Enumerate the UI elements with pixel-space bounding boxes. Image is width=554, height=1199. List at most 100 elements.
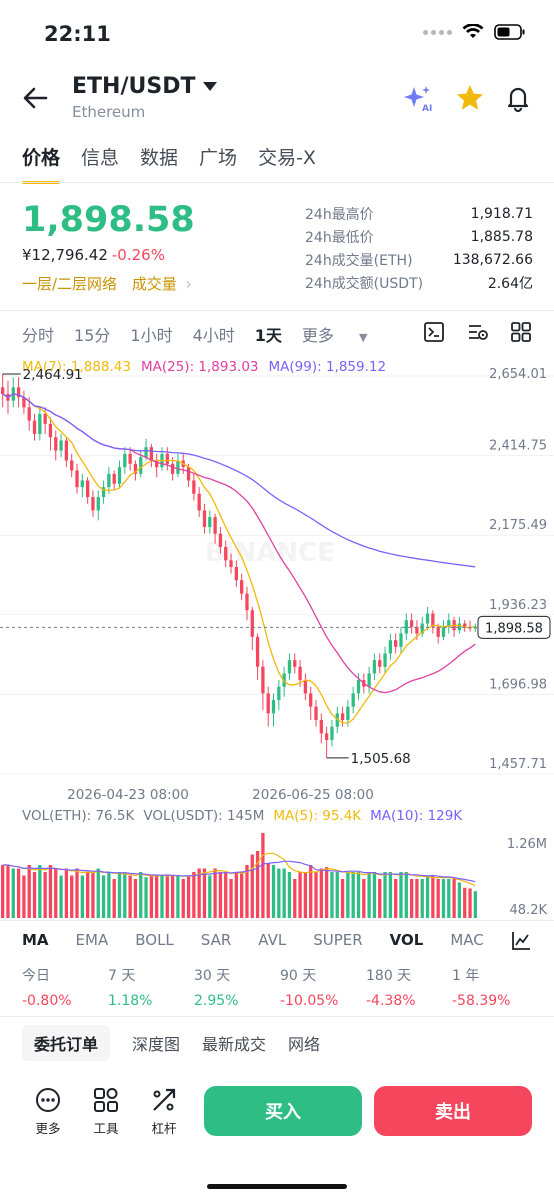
volume-bar [155,875,159,918]
layer-tag[interactable]: 一层/二层网络 [22,275,117,293]
timeframe-4h[interactable]: 4小时 [193,322,235,346]
volume-tag[interactable]: 成交量 [132,275,177,293]
candle-body [59,440,63,451]
indicator-settings-icon[interactable] [510,930,532,952]
perf-value: -58.39% [452,993,511,1009]
timeframe-15m[interactable]: 15分 [74,322,110,346]
tools-action[interactable]: 工具 [92,1086,120,1137]
ai-sparkle-icon[interactable]: AI [402,82,434,114]
candle-body [176,460,180,474]
indicator-boll[interactable]: BOLL [135,931,174,949]
chart-settings-icon[interactable] [467,321,489,343]
tab-square[interactable]: 广场 [199,143,237,170]
volume-bar [197,868,201,918]
back-arrow-icon[interactable] [20,84,52,112]
volume-bar [394,879,398,918]
candle-body [287,660,292,674]
candle-body [378,660,382,667]
candle-body [123,453,127,468]
candle-body [186,467,191,481]
perf-label: 7 天 [108,968,136,984]
volume-bar [6,865,10,918]
sell-button[interactable]: 卖出 [374,1086,532,1136]
indicator-vol[interactable]: VOL [390,931,424,949]
volume-bar [85,872,90,918]
timeframe-1h[interactable]: 1小时 [130,322,172,346]
candle-body [330,726,334,740]
stat-label: 24h最低价 [305,229,374,246]
bell-icon[interactable] [502,82,534,114]
candle-body [170,463,175,474]
tab-data[interactable]: 数据 [140,143,178,170]
candle-body [303,680,308,694]
perf-label: 180 天 [366,968,412,984]
candle-body [425,613,430,624]
tab-depth[interactable]: 深度图 [132,1031,180,1055]
candle-body [32,420,37,434]
chart-style-icon[interactable] [423,321,445,343]
candle-body [271,700,276,714]
tab-info[interactable]: 信息 [81,143,119,170]
timeframe-more[interactable]: 更多 ▼ [302,322,388,346]
leverage-action[interactable]: 杠杆 [150,1086,178,1137]
more-action[interactable]: 更多 [34,1086,62,1137]
stat-value: 138,672.66 [452,251,533,268]
indicator-macd[interactable]: MAC [450,931,483,949]
stat-label: 24h最高价 [305,206,374,223]
volume-bar [165,875,169,918]
indicator-ma[interactable]: MA [22,931,49,949]
y-tick-label: 1,696.98 [489,677,547,692]
tab-trades[interactable]: 最新成交 [202,1031,266,1055]
volume-bar [218,872,223,918]
volume-bar [234,872,238,918]
timeframe-line[interactable]: 分时 [22,322,54,346]
tags-row[interactable]: 一层/二层网络 成交量 › [22,273,192,294]
volume-bar [314,872,318,918]
tab-network[interactable]: 网络 [288,1031,320,1055]
volume-bar [32,872,37,918]
tab-price[interactable]: 价格 [22,143,61,184]
timeframe-more-label: 更多 [301,326,334,345]
volume-bar [447,879,451,918]
fiat-price: ¥12,796.42 -0.26% [22,246,165,264]
y-tick-label: 2,175.49 [489,518,547,533]
favorite-star-icon[interactable] [454,82,486,114]
indicator-super[interactable]: SUPER [313,931,362,949]
timeframe-1d[interactable]: 1天 [255,322,282,346]
stat-value: 2.64亿 [487,275,533,292]
volume-bar [75,868,79,918]
buy-button[interactable]: 买入 [204,1086,362,1136]
volume-bar [367,872,371,918]
candle-body [149,447,154,461]
volume-bar [309,865,313,918]
pair-selector[interactable]: ETH/USDT [72,74,218,99]
grid-layout-icon[interactable] [510,321,532,343]
candle-body [218,533,223,548]
candle-body [346,706,350,721]
volume-bar [240,872,244,918]
candle-body [202,510,207,528]
perf-value: -10.05% [280,993,339,1009]
volume-bar [11,868,15,918]
tab-open-orders[interactable]: 委托订单 [22,1025,111,1061]
candle-body [293,660,297,667]
volume-bar [43,872,47,918]
indicator-ema[interactable]: EMA [76,931,109,949]
candle-body [404,620,408,634]
indicator-avl[interactable]: AVL [258,931,286,949]
volume-bar [293,879,297,918]
volume-bar [192,872,196,918]
divider [0,1016,554,1017]
signal-icon [423,29,452,35]
volume-bar [80,875,84,918]
tab-trade-x[interactable]: 交易-X [258,143,316,170]
vol-eth-label: VOL(ETH): 76.5K [22,808,135,824]
wifi-icon [462,24,484,38]
candle-body [165,453,169,464]
candle-body [48,423,53,438]
divider [0,182,554,183]
indicator-sar[interactable]: SAR [201,931,231,949]
candlestick-chart[interactable]: 2,654.01 2,414.75 2,175.49 1,936.23 1,696.98… [0,356,554,806]
volume-bar [27,865,31,918]
candle-body [409,620,414,627]
